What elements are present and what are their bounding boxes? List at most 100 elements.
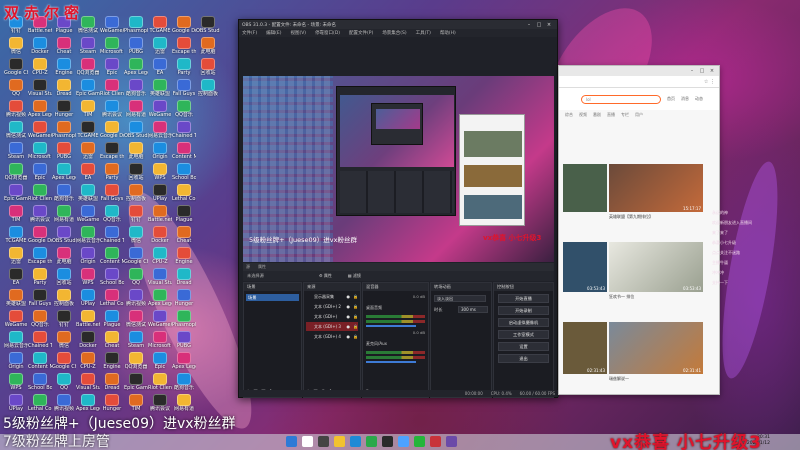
desktop-icon[interactable]: Dread [100, 373, 124, 394]
desktop-icon[interactable]: Battle.net [76, 310, 100, 331]
desktop-icon[interactable]: Cheat [100, 331, 124, 352]
video-card[interactable] [563, 164, 607, 212]
desktop-icon[interactable]: WeGame [4, 310, 28, 331]
desktop-icon[interactable]: Epic [100, 58, 124, 79]
desktop-icon[interactable]: 此电脑 [52, 247, 76, 268]
desktop-icon[interactable]: 英雄联盟 [148, 79, 172, 100]
desktop-icon[interactable]: 控制面板 [124, 184, 148, 205]
desktop-icon[interactable]: Party [172, 58, 196, 79]
desktop-icon[interactable]: EA [76, 163, 100, 184]
desktop-icon[interactable]: CPU-Z [148, 247, 172, 268]
desktop-icon[interactable]: 微信测试 [4, 121, 28, 142]
desktop-icon[interactable]: QQ浏览器 [76, 58, 100, 79]
obs-window[interactable]: OBS 31.0.3 - 配置文件: 未命名 - 场景: 未命名 – □ × 文… [238, 19, 559, 398]
desktop-icon[interactable]: Google Drive [172, 16, 196, 37]
source-row-selected[interactable]: 文本 (GDI+) 3 ● 🔒 [306, 322, 358, 331]
wechat-icon[interactable] [414, 436, 425, 447]
desktop-icon[interactable]: 网易云音乐 [4, 331, 28, 352]
video-card[interactable]: 03:53:43 [609, 242, 703, 292]
desktop-icon[interactable]: School Boy [100, 268, 124, 289]
minimize-icon[interactable]: – [524, 22, 534, 28]
menu-docks[interactable]: 停靠窗口(D) [315, 30, 340, 36]
desktop-icon[interactable]: Origin [148, 142, 172, 163]
duration-input[interactable]: 300 ms [458, 306, 488, 313]
desktop-icon[interactable]: Apex Legends [52, 163, 76, 184]
desktop-icon[interactable]: OBS Studio [196, 16, 220, 37]
desktop-icon[interactable]: Apex Legends [172, 352, 196, 373]
source-row[interactable]: 文本 (GDI+) 2 ● 🔒 [306, 302, 358, 311]
video-card[interactable]: 02:31:43 [563, 322, 607, 374]
desktop-icon[interactable]: QQ浏览器 [124, 352, 148, 373]
minimize-icon[interactable]: – [687, 68, 697, 74]
menu-view[interactable]: 视图(V) [290, 30, 306, 36]
volume-slider[interactable] [366, 361, 417, 363]
desktop-icon[interactable]: Party [100, 163, 124, 184]
desktop-icon[interactable]: 钉钉 [124, 205, 148, 226]
desktop-icon[interactable]: WPS [4, 373, 28, 394]
desktop-icon[interactable]: 腾讯视频 [52, 394, 76, 415]
desktop-icon[interactable]: 回收站 [196, 58, 220, 79]
desktop-icon[interactable]: Escape the Backrooms [28, 247, 52, 268]
desktop-icon[interactable]: Lethal Company [172, 184, 196, 205]
tab-live[interactable]: 直播 [607, 112, 615, 118]
desktop-icon[interactable]: EA [4, 268, 28, 289]
desktop-icon[interactable]: PUBG [52, 142, 76, 163]
desktop-icon[interactable]: Fall Guys [172, 79, 196, 100]
desktop-icon[interactable]: TCGAME [4, 226, 28, 247]
volume-slider[interactable] [366, 325, 417, 327]
source-row[interactable]: 文本 (GDI+) 4 ● 🔒 [306, 332, 358, 341]
eye-icon[interactable]: ● [347, 304, 351, 309]
virtual-camera-button[interactable]: 启动虚拟摄像机 [498, 318, 549, 327]
desktop-icon[interactable]: Epic Games [124, 373, 148, 394]
desktop-icon[interactable]: WPS [76, 268, 100, 289]
tab-bangumi[interactable]: 番剧 [593, 112, 601, 118]
desktop-icon[interactable]: School Boy [28, 373, 52, 394]
desktop-icon[interactable]: WeGame [148, 100, 172, 121]
desktop-icon[interactable]: Cheat [52, 37, 76, 58]
menu-scene-collection[interactable]: 场景集合(S) [382, 30, 406, 36]
desktop-icon[interactable]: Engine [100, 352, 124, 373]
desktop-icon[interactable]: Lethal Company [100, 289, 124, 310]
desktop-icon[interactable]: Battle.net [148, 205, 172, 226]
browser-address-bar[interactable]: ☆ ⋮ [559, 76, 719, 88]
desktop-icon[interactable]: Origin [76, 247, 100, 268]
search-icon[interactable] [302, 436, 313, 447]
desktop-icon[interactable]: Docker [28, 37, 52, 58]
taskview-icon[interactable] [318, 436, 329, 447]
desktop-icon[interactable]: QQ音乐 [28, 310, 52, 331]
desktop-icon[interactable]: Phasmophobia [52, 121, 76, 142]
desktop-icon[interactable]: Escape the Backrooms [172, 37, 196, 58]
scene-item[interactable]: 场景 [246, 294, 299, 301]
desktop-icon[interactable]: Plague [100, 310, 124, 331]
eye-icon[interactable]: ● [347, 294, 351, 299]
desktop-icon[interactable]: UPlay [4, 394, 28, 415]
desktop-icon[interactable]: 腾讯视频 [4, 100, 28, 121]
desktop-icon[interactable]: Hunger [172, 289, 196, 310]
desktop-icon[interactable]: TIM [76, 100, 100, 121]
video-title[interactable]: 狂欢节一 排位 [609, 294, 634, 299]
desktop-icon[interactable]: TCGAME [76, 121, 100, 142]
desktop-icon[interactable]: Visual Studio [148, 268, 172, 289]
start-streaming-button[interactable]: 开始直播 [498, 294, 549, 303]
browser-titlebar[interactable]: – □ × [559, 66, 719, 76]
desktop-icon[interactable]: Epic [28, 163, 52, 184]
desktop-icon[interactable]: QQ音乐 [172, 100, 196, 121]
desktop-icon[interactable]: Escape the Backrooms [100, 142, 124, 163]
menu-file[interactable]: 文件(F) [242, 30, 257, 36]
desktop-icon[interactable]: Google Chrome [52, 352, 76, 373]
desktop-icon[interactable]: Google Chrome [124, 247, 148, 268]
video-card[interactable]: 02:31:41 [609, 322, 703, 374]
eye-icon[interactable]: ● [347, 324, 351, 329]
desktop-icon[interactable]: Lethal Company [28, 394, 52, 415]
desktop-icon[interactable]: 控制面板 [52, 289, 76, 310]
nav-messages[interactable]: 消息 [681, 96, 689, 102]
desktop-icon[interactable]: 此电脑 [196, 37, 220, 58]
desktop-icon[interactable]: Epic Games [76, 79, 100, 100]
desktop-icon[interactable]: TCGAME [148, 16, 172, 37]
desktop-icon[interactable]: UPlay [148, 184, 172, 205]
nav-dynamic[interactable]: 动态 [695, 96, 703, 102]
source-row[interactable]: 文本 (GDI+) ● 🔒 [306, 312, 358, 321]
desktop-icon[interactable]: WeGame版 [148, 310, 172, 331]
desktop-icon[interactable]: 英雄联盟 [4, 289, 28, 310]
desktop-icon[interactable]: EA [148, 58, 172, 79]
